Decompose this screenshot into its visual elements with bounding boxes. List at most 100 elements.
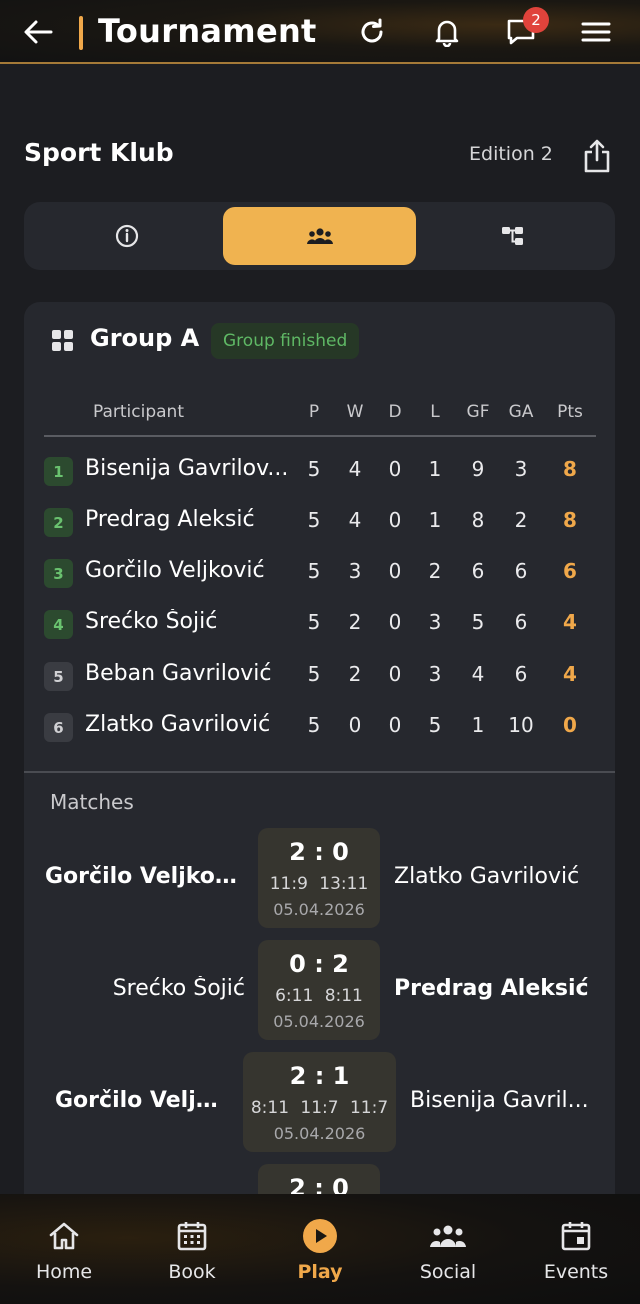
participant-name: Gorčilo Veljković [85,558,265,583]
lost-cell: 3 [428,610,442,634]
event-calendar-icon [556,1216,596,1256]
points-cell: 8 [563,457,577,481]
people-icon [428,1216,468,1256]
nav-label: Book [168,1261,216,1283]
match-home-player: Gorčilo Veljkov... [45,864,245,889]
points-cell: 4 [563,662,577,686]
match-date: 05.04.2026 [273,900,365,919]
table-row[interactable]: 5 Beban Gavrilović 5 2 0 3 4 6 4 [24,650,615,700]
drawn-cell: 0 [388,457,402,481]
nav-item-home[interactable]: Home [0,1194,128,1304]
tab-participants[interactable] [223,207,416,265]
menu-icon[interactable] [576,12,616,52]
match-date: 05.04.2026 [273,1124,366,1143]
match-score: 0 : 2 [289,950,349,978]
drawn-cell: 0 [388,610,402,634]
points-cell: 4 [563,610,577,634]
goals-for-cell: 8 [471,508,485,532]
nav-item-events[interactable]: Events [512,1194,640,1304]
match-sets: 11:9 13:11 [269,874,369,894]
points-cell: 0 [563,713,577,737]
match-score-box: 2 : 0 11:9 13:11 05.04.2026 [258,828,380,928]
drawn-cell: 0 [388,662,402,686]
table-row[interactable]: 3 Gorčilo Veljković 5 3 0 2 6 6 6 [24,547,615,597]
played-cell: 5 [307,713,321,737]
match-home-player: Srećko Šojić [112,976,245,1001]
nav-label: Social [419,1261,477,1283]
home-icon [44,1216,84,1256]
points-cell: 6 [563,559,577,583]
goals-against-cell: 6 [514,662,528,686]
back-arrow-icon[interactable] [18,12,58,52]
column-header-lost: L [430,402,440,422]
match-date: 05.04.2026 [273,1012,365,1031]
nav-label: Home [35,1261,93,1283]
rank-badge: 1 [44,457,73,486]
won-cell: 4 [348,508,362,532]
drawn-cell: 0 [388,713,402,737]
rank-badge: 5 [44,662,73,691]
participant-name: Zlatko Gavrilović [85,712,271,737]
refresh-icon[interactable] [352,12,392,52]
match-score: 2 : 1 [289,1062,350,1090]
match-item[interactable]: Gorčilo Veljk... 2 : 1 8:11 11:7 11:7 05… [24,1052,615,1152]
played-cell: 5 [307,508,321,532]
goals-against-cell: 6 [514,559,528,583]
lost-cell: 1 [428,457,442,481]
nav-item-social[interactable]: Social [384,1194,512,1304]
rank-badge: 3 [44,559,73,588]
played-cell: 5 [307,662,321,686]
lost-cell: 3 [428,662,442,686]
bracket-icon [501,227,523,245]
participants-icon [306,228,333,244]
match-item[interactable]: Srećko Šojić 0 : 2 6:11 8:11 05.04.2026 … [24,940,615,1040]
column-header-goals-for: GF [466,402,490,422]
participant-name: Beban Gavrilović [85,661,272,686]
tab-bracket[interactable] [416,207,609,265]
match-sets: 8:11 11:7 11:7 [250,1098,389,1118]
goals-for-cell: 6 [471,559,485,583]
table-header-divider [44,435,596,437]
column-header-goals-against: GA [508,402,534,422]
bell-icon[interactable] [427,12,467,52]
table-row[interactable]: 6 Zlatko Gavrilović 5 0 0 5 1 10 0 [24,701,615,751]
page-title: Tournament [98,12,317,50]
won-cell: 0 [348,713,362,737]
group-status-badge: Group finished [211,323,360,359]
nav-item-play[interactable]: Play [256,1194,384,1304]
app-header: Tournament 2 [0,0,640,64]
drawn-cell: 0 [388,559,402,583]
match-item[interactable]: Gorčilo Veljkov... 2 : 0 11:9 13:11 05.0… [24,828,615,928]
match-score-box: 2 : 1 8:11 11:7 11:7 05.04.2026 [243,1052,396,1152]
lost-cell: 5 [428,713,442,737]
table-row[interactable]: 1 Bisenija Gavrilov... 5 4 0 1 9 3 8 [24,445,615,495]
goals-against-cell: 3 [514,457,528,481]
table-row[interactable]: 2 Predrag Aleksić 5 4 0 1 8 2 8 [24,496,615,546]
tab-info[interactable] [30,207,223,265]
column-header-won: W [346,402,364,422]
section-divider [24,771,615,773]
edition-label: Edition 2 [469,143,553,165]
group-title: Group A [90,324,200,352]
matches-heading: Matches [50,790,134,814]
column-header-points: Pts [557,402,583,422]
points-cell: 8 [563,508,577,532]
view-tabs [24,202,615,270]
match-home-player: Gorčilo Veljk... [55,1088,230,1113]
match-away-player: Zlatko Gavrilović [394,864,580,889]
drawn-cell: 0 [388,508,402,532]
rank-badge: 6 [44,713,73,742]
goals-against-cell: 10 [508,713,534,737]
table-row[interactable]: 4 Srećko Šojić 5 2 0 3 5 6 4 [24,598,615,648]
share-icon[interactable] [578,136,616,176]
won-cell: 2 [348,610,362,634]
participant-name: Srećko Šojić [85,609,218,634]
nav-item-book[interactable]: Book [128,1194,256,1304]
bottom-nav: Home Book Play Social Events [0,1194,640,1304]
won-cell: 3 [348,559,362,583]
goals-for-cell: 9 [471,457,485,481]
nav-label: Events [543,1261,609,1283]
won-cell: 4 [348,457,362,481]
rank-badge: 2 [44,508,73,537]
title-accent-bar [79,16,83,50]
